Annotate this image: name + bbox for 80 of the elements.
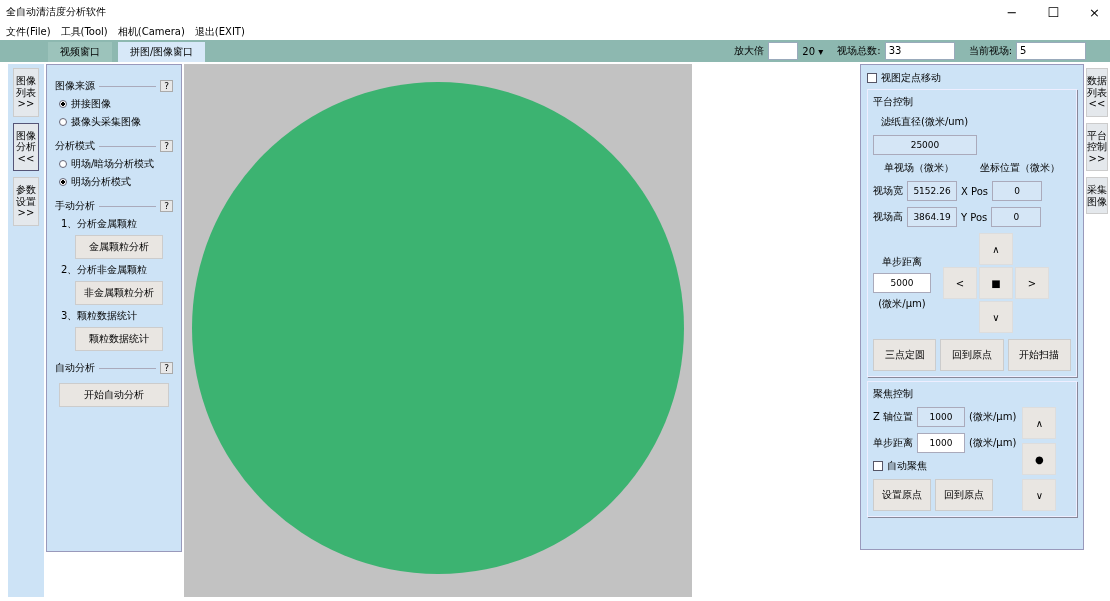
analysis-button[interactable]: 金属颗粒分析 (75, 235, 163, 259)
window-control[interactable]: − (1002, 4, 1022, 20)
analysis-button[interactable]: 开始自动分析 (59, 383, 169, 407)
unit-label: (微米/μm) (969, 436, 1017, 450)
checkbox[interactable]: 视图定点移动 (867, 71, 1077, 85)
count-field[interactable]: 5 (1016, 42, 1086, 60)
platform-button[interactable]: 回到原点 (940, 339, 1004, 371)
zoom-field[interactable] (768, 42, 799, 60)
window-control[interactable]: ☐ (1043, 4, 1064, 20)
left-button[interactable]: < (943, 267, 977, 299)
radio-option[interactable]: 拼接图像 (55, 97, 173, 111)
down-button[interactable]: ∨ (979, 301, 1013, 333)
up-button[interactable]: ∧ (1022, 407, 1057, 439)
platform-button[interactable]: 开始扫描 (1007, 339, 1071, 371)
side-tab[interactable]: 平台控制>> (1086, 122, 1108, 171)
zoom-label: 放大倍 (734, 44, 765, 58)
menu-item[interactable]: 工具(Tool) (60, 25, 108, 39)
step-label: 2、分析非金属颗粒 (60, 263, 149, 277)
side-tab[interactable]: 数据列表<< (1086, 68, 1108, 117)
step-label: 1、分析金属颗粒 (60, 217, 139, 231)
help-button[interactable]: ? (160, 362, 173, 374)
window-control[interactable]: × (1085, 4, 1104, 20)
value-field[interactable]: 3864.19 (907, 207, 957, 227)
value-field[interactable]: 5152.26 (907, 181, 957, 201)
window-tab[interactable]: 拼图/图像窗口 (118, 42, 206, 62)
field-label: 坐标位置（微米） (980, 161, 1060, 175)
platform-button[interactable]: 三点定圆 (873, 339, 937, 371)
right-button[interactable]: > (1015, 267, 1049, 299)
unit-label: (微米/μm) (878, 297, 926, 311)
section-title: 手动分析 (55, 199, 95, 213)
z-field[interactable]: 1000 (917, 407, 966, 427)
field-label: 滤纸直径(微米/um) (880, 115, 970, 129)
step-field[interactable]: 5000 (873, 273, 931, 293)
window-title: 全自动清洁度分析软件 (6, 5, 106, 19)
diameter-field[interactable]: 25000 (873, 135, 977, 155)
field-label: Y Pos (961, 211, 988, 223)
field-label: 单步距离 (873, 436, 913, 450)
down-button[interactable]: ∨ (1022, 479, 1057, 511)
radio-option[interactable]: 明场分析模式 (55, 175, 173, 189)
focus-button[interactable]: 设置原点 (873, 479, 931, 511)
help-button[interactable]: ? (160, 80, 173, 92)
field-label: 视场高 (873, 210, 903, 224)
field-label: 单视场（微米） (884, 161, 954, 175)
section-title: 自动分析 (55, 361, 95, 375)
stop-button[interactable]: ● (1022, 443, 1057, 475)
zoom-dropdown[interactable]: 20 ▾ (802, 45, 824, 57)
field-label: Z 轴位置 (873, 410, 914, 424)
count-field[interactable]: 33 (884, 42, 955, 60)
value-field[interactable]: 0 (991, 207, 1042, 227)
window-tab[interactable]: 视频窗口 (48, 42, 112, 62)
step-field[interactable]: 1000 (917, 433, 965, 453)
value-field[interactable]: 0 (992, 181, 1043, 201)
field-label: X Pos (961, 185, 989, 197)
radio-option[interactable]: 明场/暗场分析模式 (55, 157, 173, 171)
step-label: 3、颗粒数据统计 (60, 309, 139, 323)
menu-item[interactable]: 相机(Camera) (117, 25, 185, 39)
group-title: 平台控制 (873, 95, 914, 109)
section-title: 分析模式 (55, 139, 95, 153)
up-button[interactable]: ∧ (979, 233, 1013, 265)
unit-label: (微米/μm) (969, 410, 1017, 424)
section-title: 图像来源 (55, 79, 95, 93)
side-tab[interactable]: 采集图像 (1086, 177, 1108, 214)
menu-item[interactable]: 文件(File) (6, 25, 51, 39)
side-tab[interactable]: 图像分析<< (13, 122, 39, 171)
menu-item[interactable]: 退出(EXIT) (194, 25, 245, 39)
stop-button[interactable]: ■ (979, 267, 1013, 299)
field-label: 视场总数: (837, 44, 881, 58)
side-tab[interactable]: 参数设置>> (13, 177, 39, 226)
help-button[interactable]: ? (160, 200, 173, 212)
focus-button[interactable]: 回到原点 (935, 479, 993, 511)
analysis-button[interactable]: 颗粒数据统计 (75, 327, 163, 351)
side-tab[interactable]: 图像列表>> (13, 68, 39, 117)
group-title: 聚焦控制 (873, 387, 914, 401)
field-label: 当前视场: (968, 44, 1012, 58)
checkbox[interactable]: 自动聚焦 (873, 459, 927, 473)
field-label: 视场宽 (873, 184, 903, 198)
analysis-button[interactable]: 非金属颗粒分析 (75, 281, 163, 305)
field-label: 单步距离 (882, 255, 922, 269)
help-button[interactable]: ? (160, 140, 173, 152)
radio-option[interactable]: 摄像头采集图像 (55, 115, 173, 129)
